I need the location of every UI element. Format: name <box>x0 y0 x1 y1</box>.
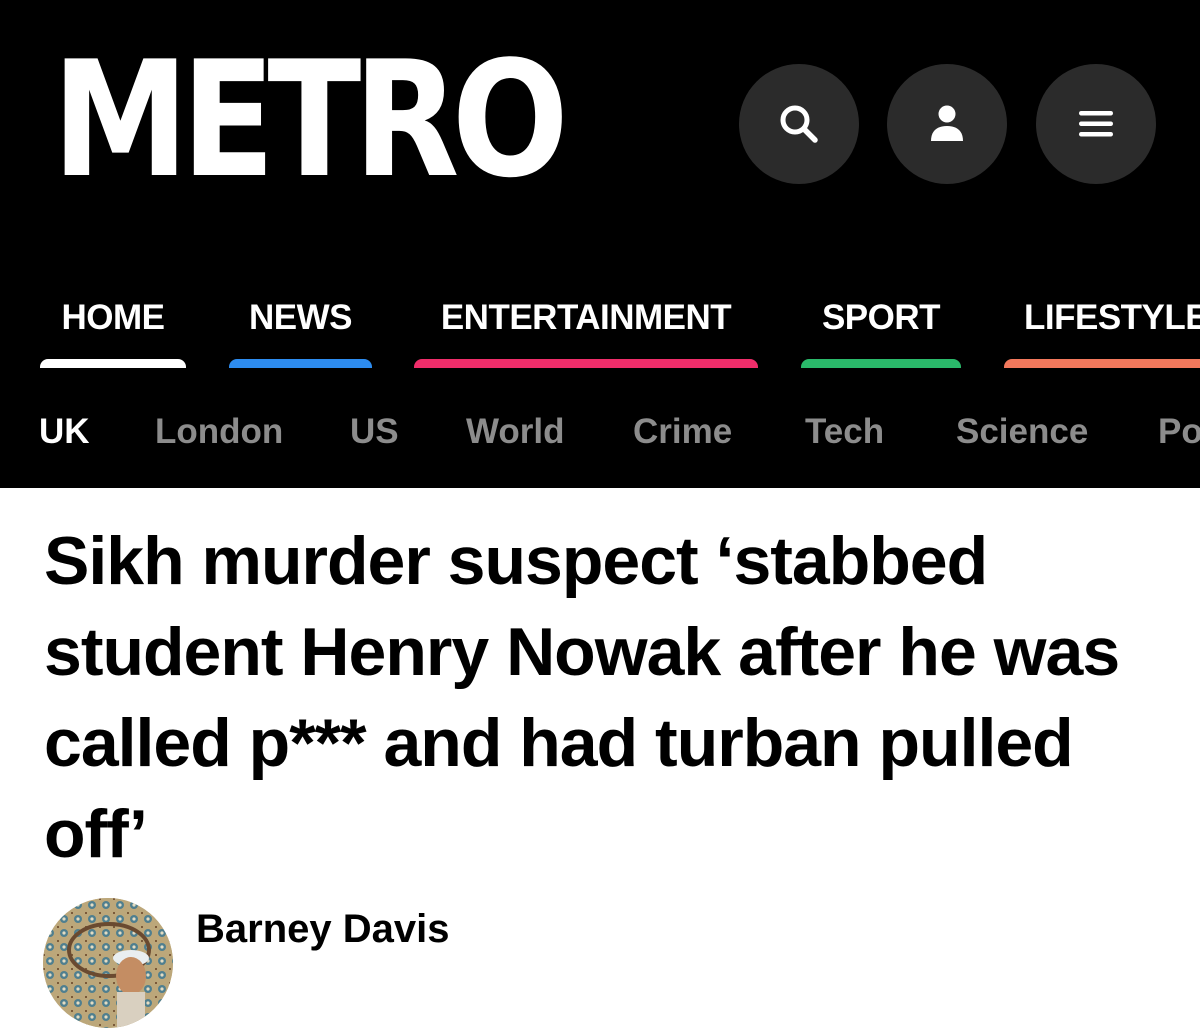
nav-label: HOME <box>61 298 166 337</box>
nav-indicator <box>414 359 758 368</box>
menu-icon <box>1079 111 1113 137</box>
subnav-item-london[interactable]: London <box>155 410 283 454</box>
author-avatar[interactable] <box>43 898 173 1028</box>
nav-item-news[interactable]: NEWS <box>229 296 372 368</box>
subnav-item-science[interactable]: Science <box>956 410 1088 454</box>
subnav-item-us[interactable]: US <box>350 410 399 454</box>
nav-label: SPORT <box>821 298 941 337</box>
nav-indicator <box>40 359 186 368</box>
account-button[interactable] <box>887 64 1007 184</box>
nav-item-sport[interactable]: SPORT <box>801 296 961 368</box>
subnav-item-politics[interactable]: Po <box>1158 410 1200 454</box>
author-photo <box>43 898 173 1028</box>
subnav-item-crime[interactable]: Crime <box>633 410 732 454</box>
nav-label: ENTERTAINMENT <box>440 298 732 337</box>
user-icon <box>931 105 963 141</box>
nav-item-entertainment[interactable]: ENTERTAINMENT <box>414 296 758 368</box>
author-name[interactable]: Barney Davis <box>196 906 449 952</box>
nav-item-home[interactable]: HOME <box>40 296 186 368</box>
nav-item-lifestyle[interactable]: LIFESTYLE <box>1004 296 1200 368</box>
menu-button[interactable] <box>1036 64 1156 184</box>
subnav-item-uk[interactable]: UK <box>39 410 90 454</box>
nav-indicator <box>229 359 372 368</box>
search-button[interactable] <box>739 64 859 184</box>
article-headline: Sikh murder suspect ‘stabbed student Hen… <box>44 523 1120 872</box>
subnav-item-tech[interactable]: Tech <box>805 410 884 454</box>
search-icon <box>780 105 818 143</box>
metro-logo[interactable]: METRO <box>52 40 569 200</box>
nav-indicator <box>1004 359 1200 368</box>
nav-indicator <box>801 359 961 368</box>
subnav-item-world[interactable]: World <box>466 410 565 454</box>
site-header: METRO HOME NEWS ENTERTAINMENT SPORT LIFE… <box>0 0 1200 488</box>
nav-label: NEWS <box>249 298 353 337</box>
nav-label: LIFESTYLE <box>1024 298 1200 337</box>
